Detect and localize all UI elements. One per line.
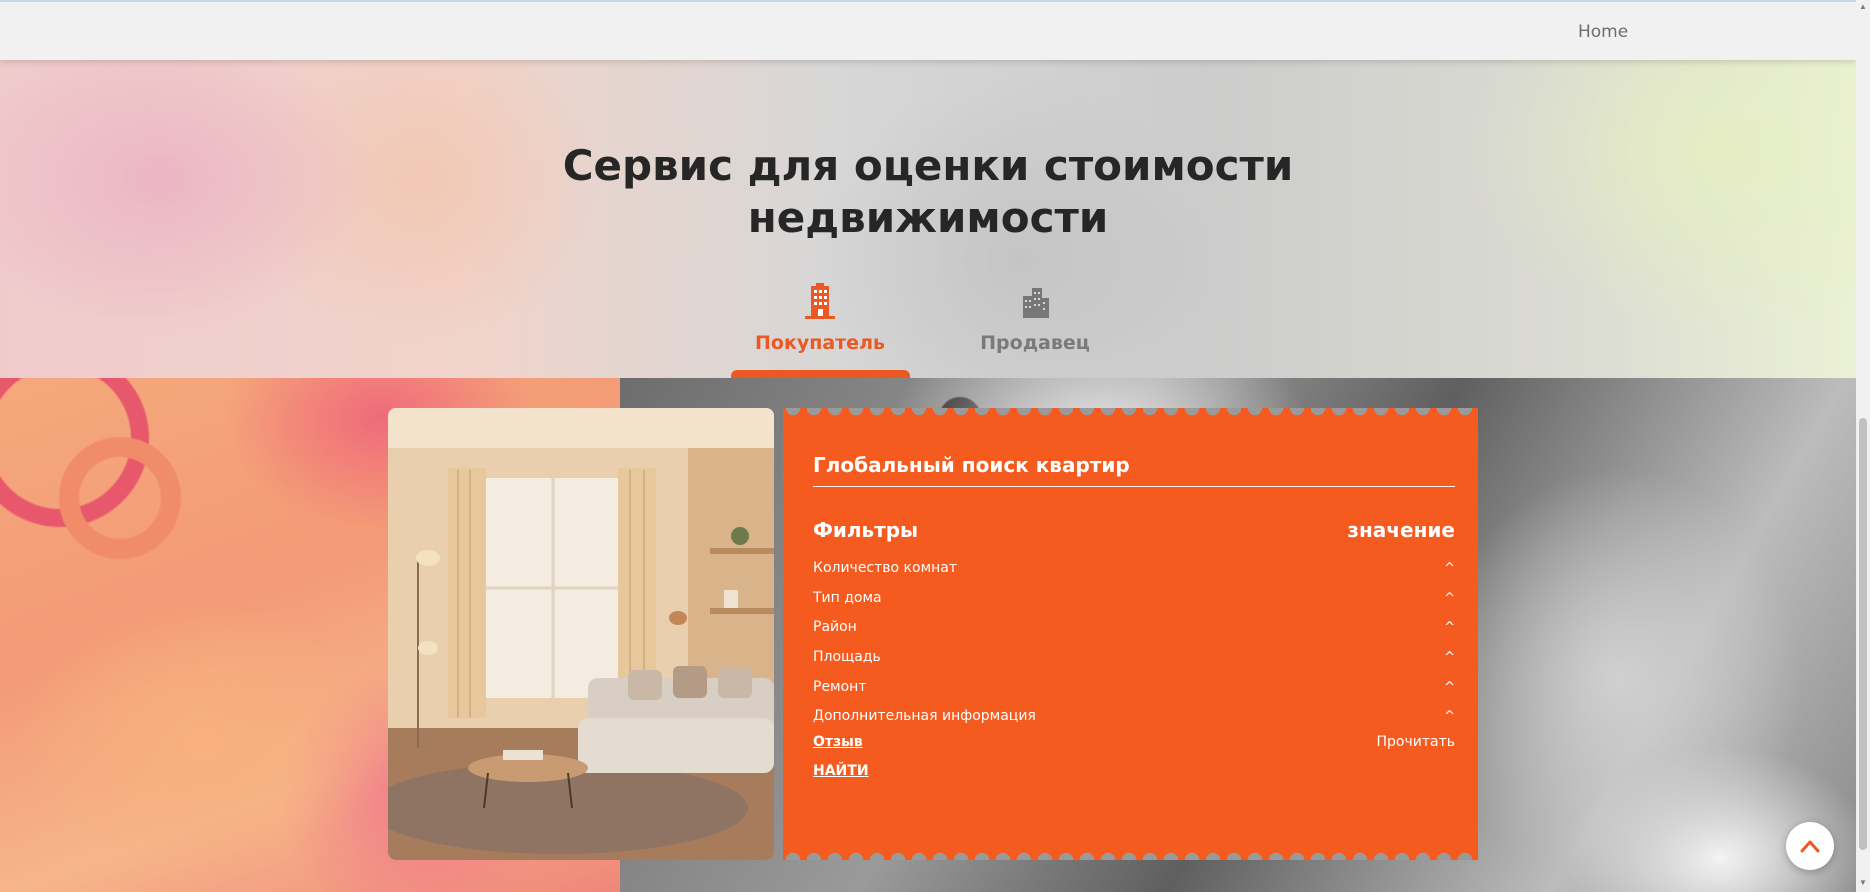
search-card-title: Глобальный поиск квартир [813,453,1130,477]
filter-district[interactable]: Район ^ [813,615,1455,639]
page-scrollbar[interactable]: ▲ ▼ [1856,0,1870,892]
filter-label: Площадь [813,649,881,665]
scroll-up-arrow-icon[interactable]: ▲ [1858,2,1868,12]
hero-section: Сервис для оценки стоимости недвижимости… [0,60,1856,378]
nav-home-link[interactable]: Home [1578,22,1628,42]
tab-buyer[interactable]: Покупатель [730,282,910,354]
filter-label: Количество комнат [813,560,958,576]
filters-header: Фильтры [813,518,919,542]
top-navbar: Home [0,0,1856,60]
filter-label: Район [813,619,857,635]
divider [813,486,1455,487]
chevron-up-icon [1800,840,1820,853]
caret-up-icon[interactable]: ^ [1444,591,1455,606]
read-link[interactable]: Прочитать [1377,734,1456,750]
living-room-illustration [388,408,774,860]
caret-up-icon[interactable]: ^ [1444,709,1455,724]
review-link[interactable]: Отзыв [813,734,863,750]
page-title-line2: недвижимости [747,193,1109,242]
value-header: значение [1347,518,1455,542]
buyer-building-icon [805,283,835,319]
review-row: Отзыв Прочитать [813,734,1455,750]
filter-additional-info[interactable]: Дополнительная информация ^ [813,704,1455,728]
filter-label: Ремонт [813,679,867,695]
filter-house-type[interactable]: Тип дома ^ [813,586,1455,610]
page-title-line1: Сервис для оценки стоимости [562,141,1294,190]
filter-renovation[interactable]: Ремонт ^ [813,675,1455,699]
filter-label: Дополнительная информация [813,708,1036,724]
caret-up-icon[interactable]: ^ [1444,561,1455,576]
interior-photo [388,408,774,860]
filter-area[interactable]: Площадь ^ [813,645,1455,669]
caret-up-icon[interactable]: ^ [1444,680,1455,695]
scroll-to-top-button[interactable] [1786,822,1834,870]
tab-seller[interactable]: Продавец [945,282,1125,354]
filter-label: Тип дома [813,590,882,606]
scroll-down-arrow-icon[interactable]: ▼ [1858,878,1868,888]
tab-buyer-label: Покупатель [754,332,885,354]
tab-seller-label: Продавец [980,332,1090,354]
scrollbar-thumb[interactable] [1859,418,1867,850]
page-title: Сервис для оценки стоимости недвижимости [0,140,1856,244]
search-card: Глобальный поиск квартир Фильтры значени… [783,408,1478,860]
filter-rooms[interactable]: Количество комнат ^ [813,556,1455,580]
find-row: НАЙТИ [813,763,1455,779]
caret-up-icon[interactable]: ^ [1444,650,1455,665]
caret-up-icon[interactable]: ^ [1444,620,1455,635]
ticket-scalloped-edge-top [783,408,1478,422]
find-button[interactable]: НАЙТИ [813,763,869,779]
seller-building-icon [1023,288,1049,318]
active-tab-indicator [731,370,910,378]
ticket-scalloped-edge-bottom [783,846,1478,860]
